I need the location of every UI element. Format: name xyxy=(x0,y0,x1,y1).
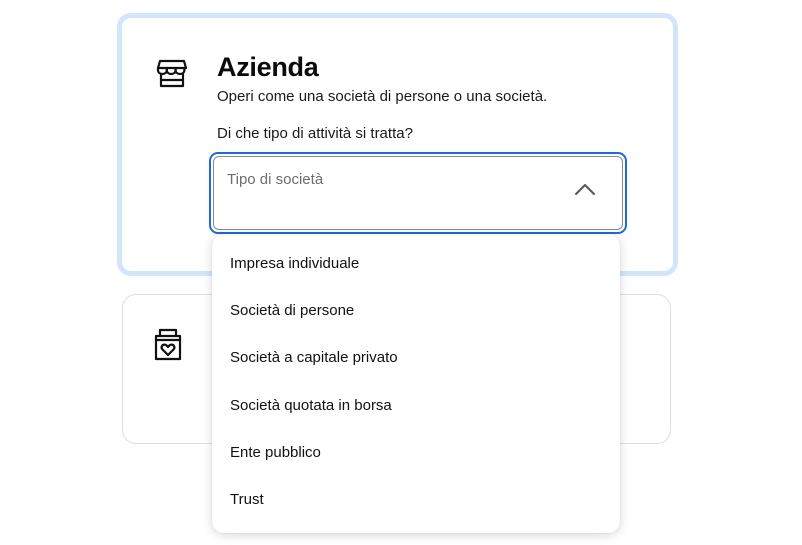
option-ente-pubblico[interactable]: Ente pubblico xyxy=(212,429,620,476)
select-inner-border xyxy=(213,156,623,230)
option-trust[interactable]: Trust xyxy=(212,476,620,523)
card-title: Azienda xyxy=(217,52,319,82)
business-type-select[interactable]: Tipo di società xyxy=(209,152,627,234)
option-societa-capitale-privato[interactable]: Società a capitale privato xyxy=(212,334,620,381)
card-description: Operi come una società di persone o una … xyxy=(217,88,548,105)
option-societa-quotata-borsa[interactable]: Società quotata in borsa xyxy=(212,382,620,429)
page: Azienda Operi come una società di person… xyxy=(0,0,802,545)
heart-bag-icon xyxy=(154,328,182,361)
option-impresa-individuale[interactable]: Impresa individuale xyxy=(212,240,620,287)
chevron-up-icon xyxy=(575,184,595,195)
select-placeholder: Tipo di società xyxy=(227,171,324,188)
store-icon xyxy=(156,59,188,88)
business-type-label: Di che tipo di attività si tratta? xyxy=(217,125,413,142)
option-societa-di-persone[interactable]: Società di persone xyxy=(212,287,620,334)
business-type-dropdown: Impresa individuale Società di persone S… xyxy=(212,234,620,533)
